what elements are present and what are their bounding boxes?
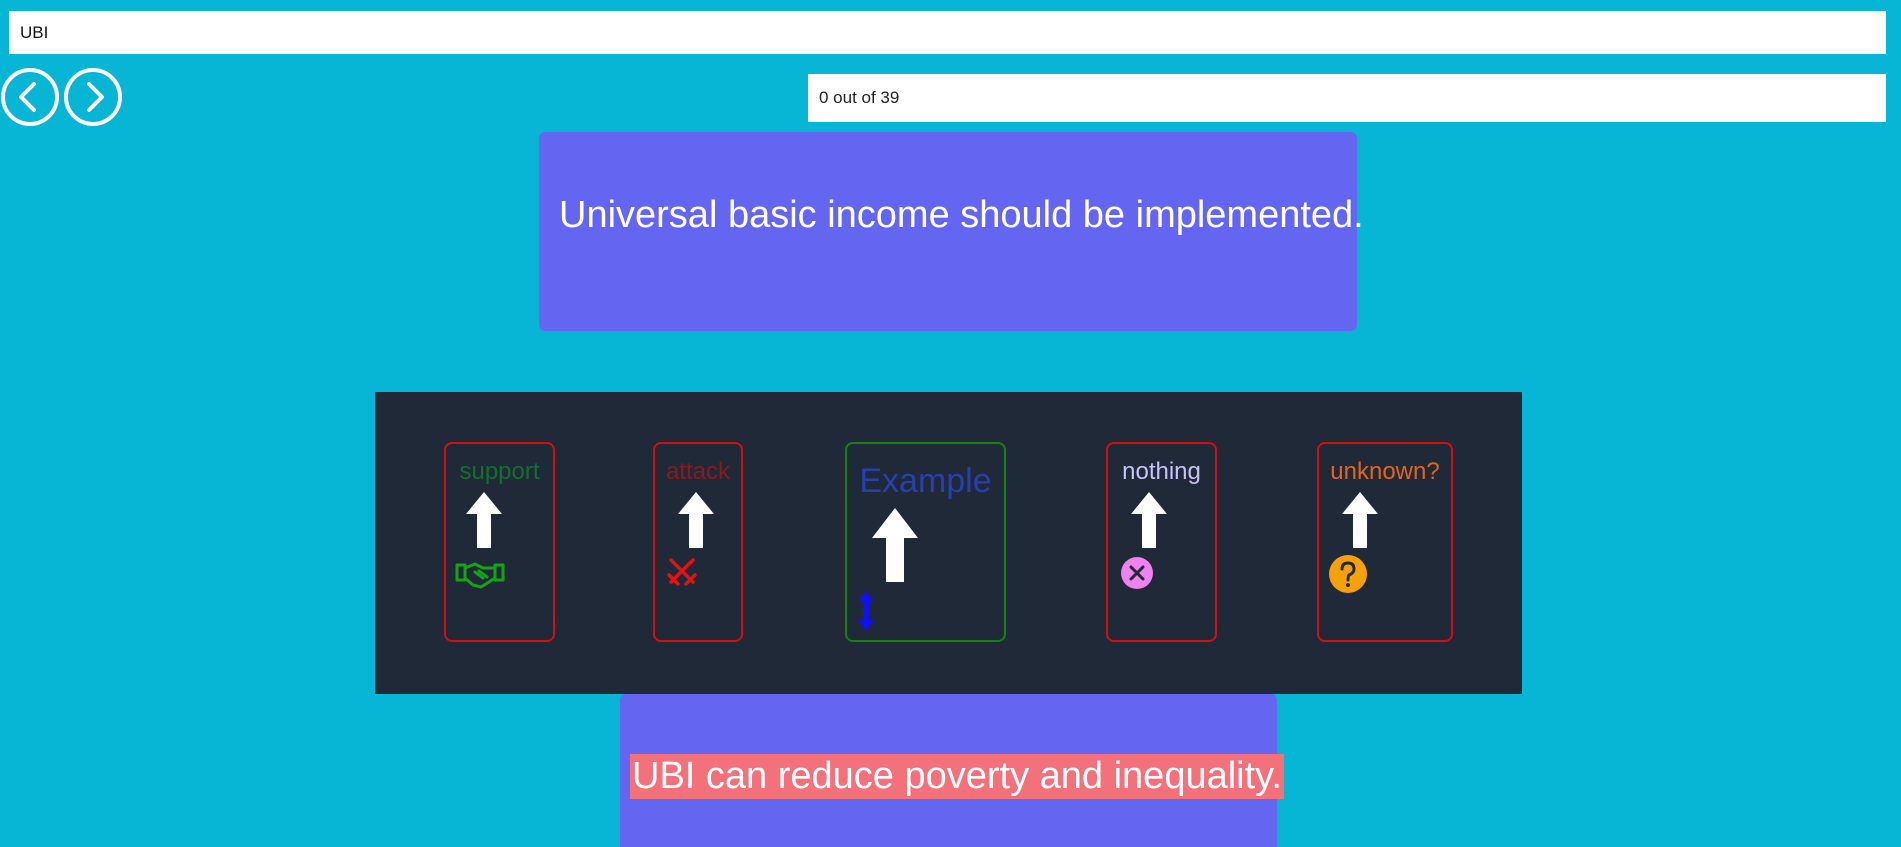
claim-text: Universal basic income should be impleme… xyxy=(559,194,1364,236)
next-button[interactable] xyxy=(64,68,122,126)
previous-button[interactable] xyxy=(1,68,59,126)
chevron-right-icon xyxy=(87,82,104,112)
relation-label-attack: attack xyxy=(665,458,731,485)
relation-label-support: support xyxy=(459,458,540,485)
relation-label-nothing: nothing xyxy=(1122,458,1201,485)
relation-card-example[interactable]: Example xyxy=(845,442,1006,642)
question-circle-icon xyxy=(1329,555,1367,593)
relation-label-example: Example xyxy=(859,462,992,500)
relation-card-nothing[interactable]: nothing xyxy=(1106,442,1217,642)
relation-panel: support attack Example nothing unknown? xyxy=(375,392,1522,694)
handshake-icon xyxy=(455,562,505,589)
reason-text: UBI can reduce poverty and inequality. xyxy=(630,754,1284,799)
arrow-up-icon xyxy=(872,508,918,582)
relation-label-unknown: unknown? xyxy=(1330,458,1440,485)
topic-input[interactable] xyxy=(9,11,1886,54)
double-arrow-vertical-icon xyxy=(858,591,874,631)
progress-counter: 0 out of 39 xyxy=(808,74,1886,122)
relation-card-unknown[interactable]: unknown? xyxy=(1317,442,1453,642)
arrow-up-icon xyxy=(1131,492,1167,548)
arrow-up-icon xyxy=(1342,492,1378,548)
reason-card[interactable]: UBI can reduce poverty and inequality. xyxy=(620,694,1284,847)
arrow-up-icon xyxy=(678,492,714,548)
claim-card[interactable]: Universal basic income should be impleme… xyxy=(539,132,1364,331)
chevron-left-icon xyxy=(19,82,36,112)
crossed-swords-icon xyxy=(667,558,697,586)
relation-card-support[interactable]: support xyxy=(444,442,555,642)
x-circle-icon xyxy=(1121,557,1153,589)
relation-card-attack[interactable]: attack xyxy=(653,442,743,642)
arrow-up-icon xyxy=(466,492,502,548)
